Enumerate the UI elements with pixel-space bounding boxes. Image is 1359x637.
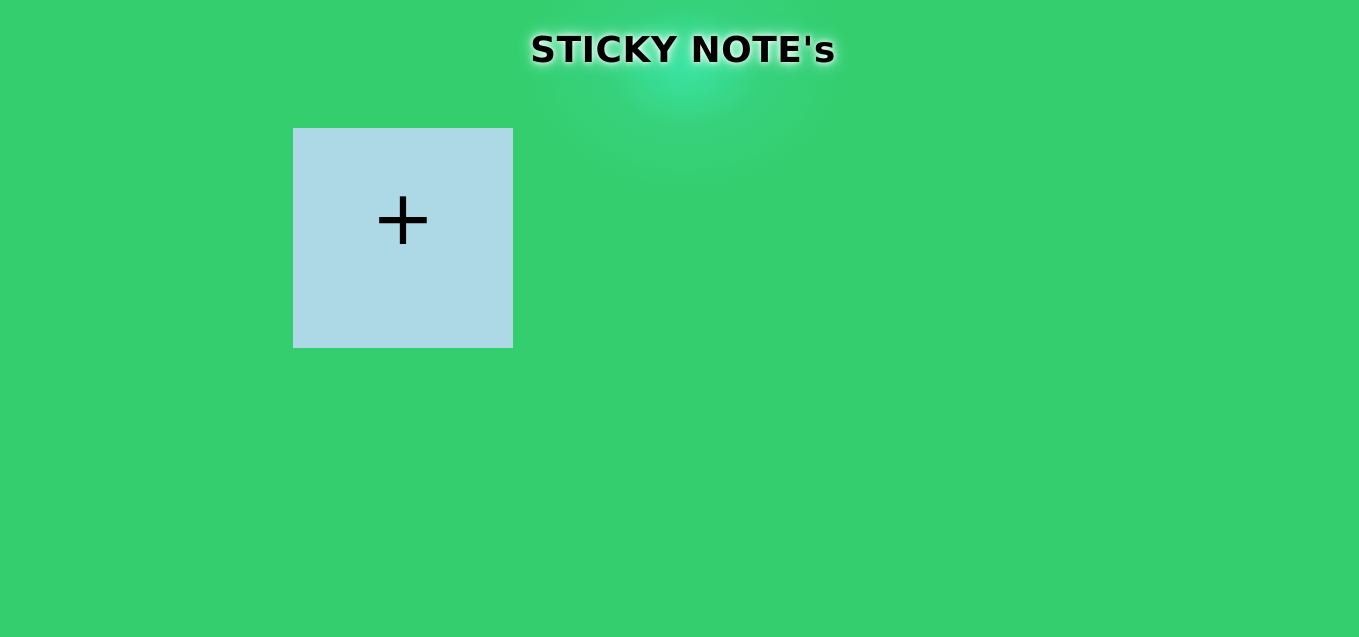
add-note-button[interactable]: + xyxy=(293,128,513,348)
plus-icon: + xyxy=(371,173,435,262)
page-title: STICKY NOTE's xyxy=(530,30,836,71)
